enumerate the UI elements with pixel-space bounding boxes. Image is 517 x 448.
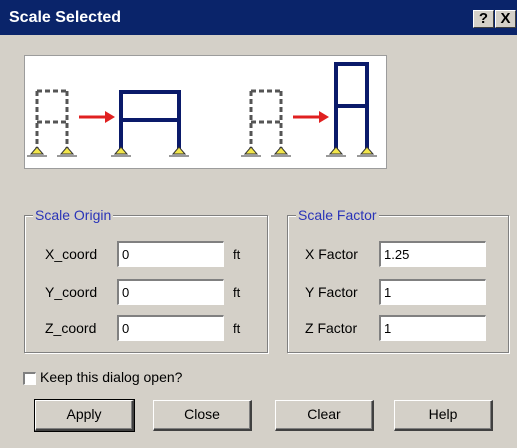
help-button[interactable]: Help — [394, 400, 493, 431]
close-title-button[interactable]: X — [495, 10, 516, 28]
clear-button[interactable]: Clear — [275, 400, 374, 431]
arrow-icon-2 — [293, 111, 329, 123]
keep-open-checkbox[interactable] — [23, 372, 36, 385]
x-coord-label: X_coord — [45, 246, 98, 262]
z-coord-unit: ft — [233, 321, 241, 336]
scale-selected-dialog: Scale Selected ? X Scale Origin X_coord … — [0, 0, 517, 448]
z-factor-input[interactable] — [379, 315, 486, 341]
x-coord-input[interactable] — [117, 241, 224, 267]
scale-factor-legend: Scale Factor — [296, 207, 379, 223]
y-coord-unit: ft — [233, 285, 241, 300]
title-bar: Scale Selected ? X — [0, 0, 517, 35]
window-title: Scale Selected — [9, 9, 122, 26]
scale-preview-image — [24, 55, 387, 169]
original-frame-dashed-1 — [35, 89, 69, 150]
apply-button[interactable]: Apply — [34, 399, 135, 432]
z-coord-input[interactable] — [117, 315, 224, 341]
y-factor-input[interactable] — [379, 279, 486, 305]
y-coord-input[interactable] — [117, 279, 224, 305]
close-button[interactable]: Close — [153, 400, 252, 431]
scale-illustration — [27, 62, 377, 157]
scaled-frame-wide — [119, 90, 181, 150]
z-coord-label: Z_coord — [45, 320, 97, 336]
original-frame-dashed-2 — [249, 89, 283, 150]
scaled-frame-tall — [334, 62, 369, 150]
x-factor-label: X Factor — [305, 246, 358, 262]
help-title-button[interactable]: ? — [473, 10, 494, 28]
z-factor-label: Z Factor — [305, 320, 358, 336]
x-factor-input[interactable] — [379, 241, 486, 267]
scale-origin-legend: Scale Origin — [33, 207, 114, 223]
keep-open-label[interactable]: Keep this dialog open? — [40, 369, 182, 385]
y-factor-label: Y Factor — [305, 284, 358, 300]
x-coord-unit: ft — [233, 247, 241, 262]
y-coord-label: Y_coord — [45, 284, 98, 300]
arrow-icon-1 — [79, 111, 115, 123]
support-icons — [27, 146, 377, 157]
